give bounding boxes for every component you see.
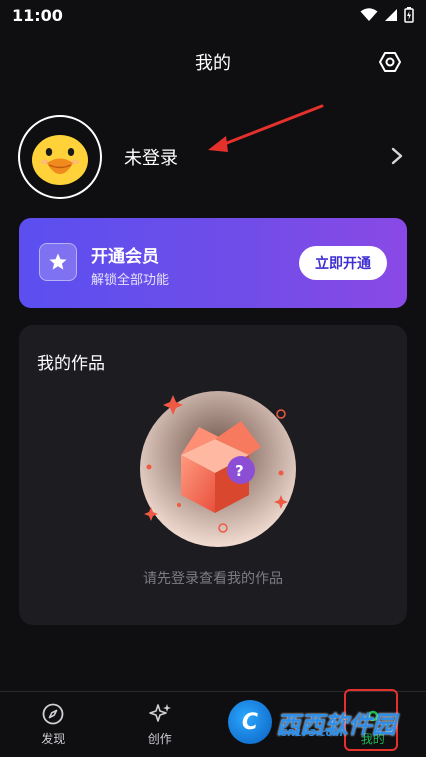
watermark-domain: CR173.com <box>280 728 343 739</box>
chevron-right-icon <box>391 147 403 165</box>
vip-title: 开通会员 <box>91 247 159 267</box>
battery-icon <box>404 7 414 23</box>
signal-icon <box>385 9 397 21</box>
tab-discover-label: 发现 <box>41 732 66 746</box>
empty-box-illustration: ? <box>140 391 296 547</box>
annotation-arrow-icon <box>208 104 324 152</box>
page-title: 我的 <box>195 53 231 74</box>
status-time: 11:00 <box>12 5 63 25</box>
vip-subtitle: 解锁全部功能 <box>91 273 170 288</box>
my-works-card: 我的作品 ? 请先登录查看我的作品 <box>19 325 407 625</box>
works-title: 我的作品 <box>37 354 105 374</box>
activate-vip-button[interactable]: 立即开通 <box>299 246 387 280</box>
tab-create-label: 创作 <box>147 732 172 746</box>
vip-star-badge <box>39 243 77 281</box>
avatar[interactable] <box>18 115 102 199</box>
sparkle-icon <box>148 704 171 722</box>
star-icon <box>49 253 67 270</box>
works-empty-hint: 请先登录查看我的作品 <box>143 571 283 587</box>
settings-button[interactable] <box>376 48 404 76</box>
duck-avatar-icon <box>32 135 88 185</box>
vip-card[interactable]: 开通会员 解锁全部功能 立即开通 <box>19 218 407 308</box>
svg-text:?: ? <box>235 462 244 480</box>
watermark-logo-icon: C <box>228 700 272 744</box>
watermark: C 西西软件园 CR173.com <box>228 700 396 744</box>
status-icons <box>360 7 414 23</box>
wifi-icon <box>360 8 378 21</box>
tab-discover[interactable]: 发现 <box>0 692 107 757</box>
tab-create[interactable]: 创作 <box>107 692 214 757</box>
gear-icon <box>379 52 401 72</box>
login-status-label[interactable]: 未登录 <box>124 144 178 170</box>
compass-icon <box>42 703 64 725</box>
page-header: 我的 <box>0 44 426 80</box>
status-bar: 11:00 <box>0 0 426 30</box>
